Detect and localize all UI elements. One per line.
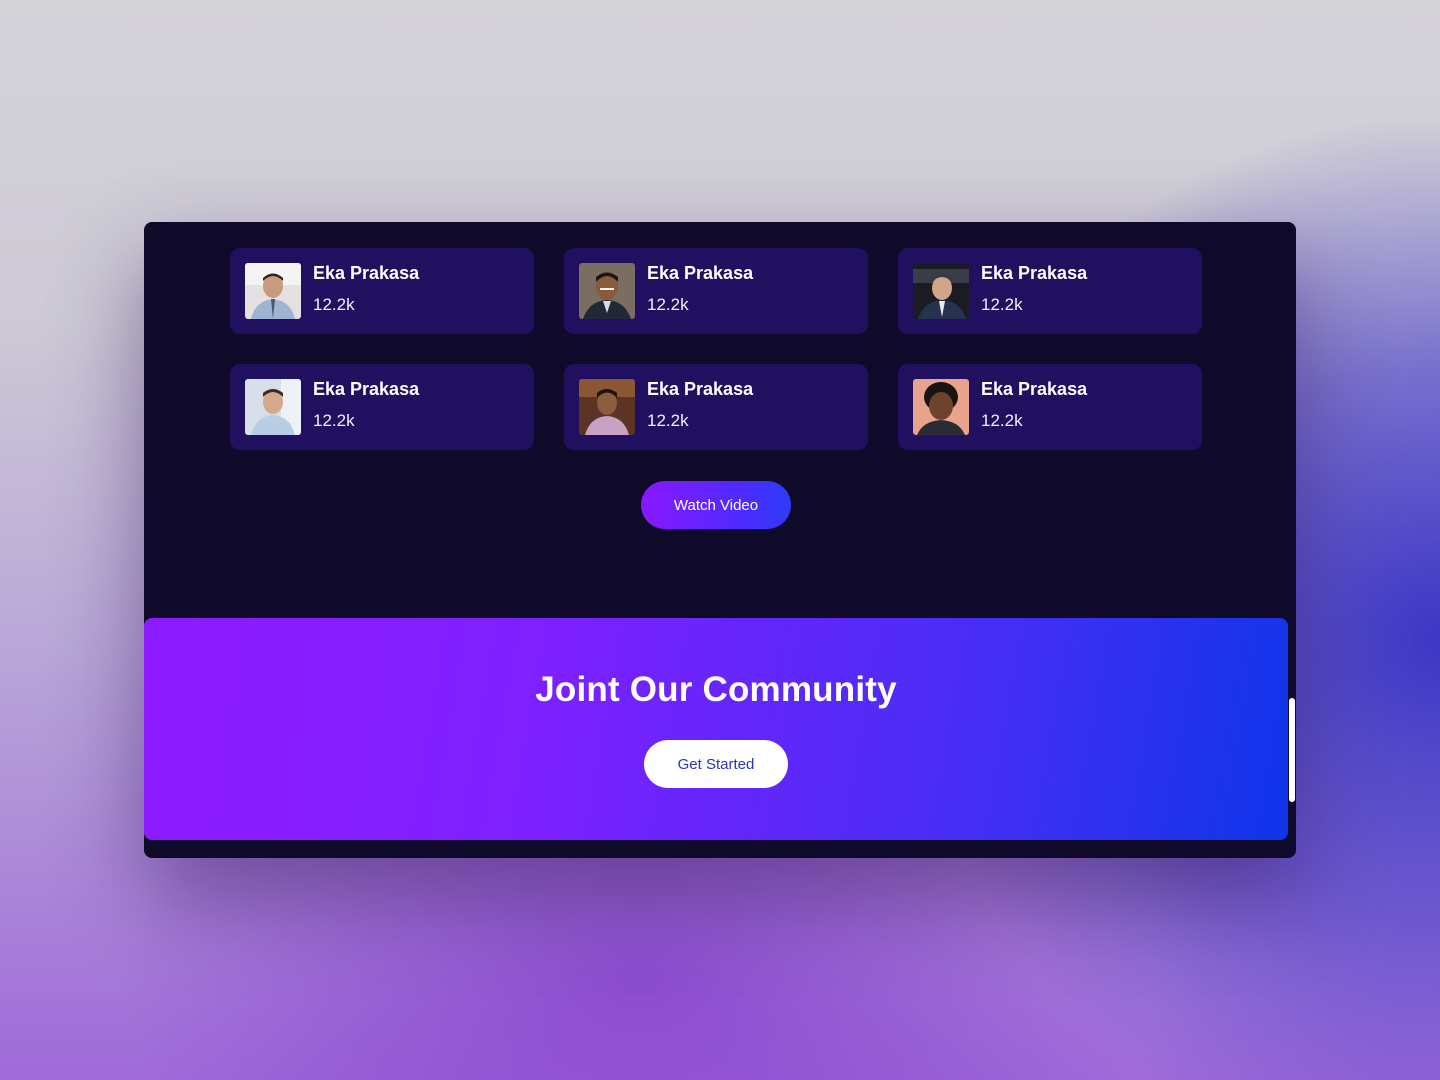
- person-name: Eka Prakasa: [981, 263, 1088, 283]
- person-count: 12.2k: [313, 295, 355, 314]
- person-name: Eka Prakasa: [647, 263, 754, 283]
- avatar: [913, 263, 969, 319]
- person-count: 12.2k: [981, 411, 1023, 430]
- avatar: [245, 263, 301, 319]
- person-name: Eka Prakasa: [981, 379, 1088, 399]
- person-card[interactable]: Eka Prakasa 12.2k: [564, 248, 868, 334]
- person-card[interactable]: Eka Prakasa 12.2k: [898, 248, 1202, 334]
- person-card[interactable]: Eka Prakasa 12.2k: [230, 364, 534, 450]
- person-count: 12.2k: [647, 411, 689, 430]
- person-count: 12.2k: [647, 295, 689, 314]
- person-card[interactable]: Eka Prakasa 12.2k: [230, 248, 534, 334]
- community-banner: Joint Our Community Get Started: [144, 618, 1288, 840]
- person-name: Eka Prakasa: [647, 379, 754, 399]
- people-grid: Eka Prakasa 12.2k Eka Prakasa 12.2k Eka …: [230, 248, 1202, 450]
- avatar: [913, 379, 969, 435]
- person-name: Eka Prakasa: [313, 263, 420, 283]
- avatar: [579, 263, 635, 319]
- person-card[interactable]: Eka Prakasa 12.2k: [898, 364, 1202, 450]
- person-count: 12.2k: [981, 295, 1023, 314]
- person-name: Eka Prakasa: [313, 379, 420, 399]
- get-started-button[interactable]: Get Started: [644, 740, 788, 788]
- person-count: 12.2k: [313, 411, 355, 430]
- watch-video-button[interactable]: Watch Video: [641, 481, 791, 529]
- scrollbar-thumb[interactable]: [1289, 698, 1295, 802]
- avatar: [579, 379, 635, 435]
- app-window: Eka Prakasa 12.2k Eka Prakasa 12.2k Eka …: [144, 222, 1296, 858]
- avatar: [245, 379, 301, 435]
- community-title: Joint Our Community: [535, 670, 897, 709]
- person-card[interactable]: Eka Prakasa 12.2k: [564, 364, 868, 450]
